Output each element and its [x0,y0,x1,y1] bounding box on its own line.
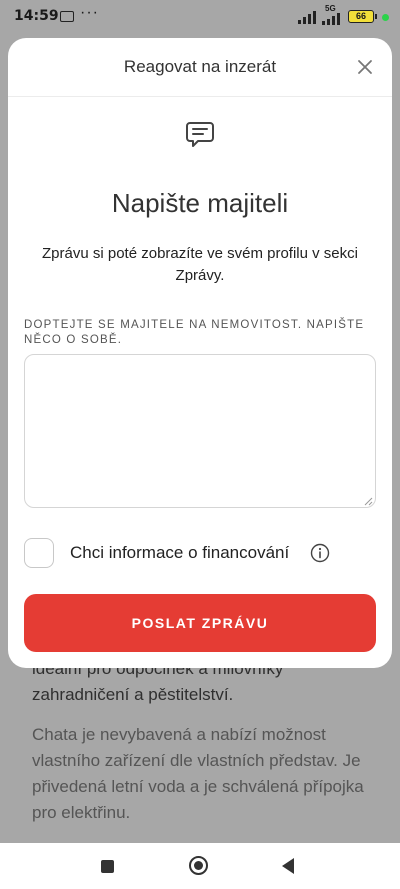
message-field-label: Doptejte se majitele na nemovitost. Napi… [24,319,365,346]
close-icon[interactable] [352,54,378,80]
info-icon[interactable] [310,543,330,563]
battery-tip [375,14,377,19]
message-icon [186,122,214,147]
recent-apps-icon[interactable] [101,860,114,873]
battery-icon: 66 [348,10,374,23]
home-icon[interactable] [189,856,208,875]
textarea-resize-grip[interactable] [361,493,373,506]
financing-checkbox-label[interactable]: Chci informace o financování [70,543,289,563]
status-time: 14:59 [14,8,59,24]
contact-owner-modal: Reagovat na inzerát Napište majiteli Zpr… [8,38,392,668]
message-app-icon [60,11,74,22]
back-icon[interactable] [282,858,294,874]
modal-subtext: Zprávu si poté zobrazíte ve svém profilu… [42,245,358,284]
active-indicator-dot [382,14,389,21]
system-navigation-bar [0,843,400,889]
message-textarea[interactable] [24,354,376,508]
modal-title: Reagovat na inzerát [123,57,277,76]
modal-header: Reagovat na inzerát [8,38,392,97]
network-type: 5G [325,4,336,13]
more-notifications-indicator: ··· [80,4,99,21]
signal-5g-icon [322,13,340,25]
modal-heading: Napište majiteli [111,188,289,218]
status-bar: 14:59 ··· 5G 66 [0,0,400,36]
description-paragraph: Chata je nevybavená a nabízí možnost vla… [32,725,364,822]
send-message-button[interactable]: POSLAT ZPRÁVU [24,594,376,652]
financing-checkbox[interactable] [24,538,54,568]
signal-icon [298,11,316,24]
